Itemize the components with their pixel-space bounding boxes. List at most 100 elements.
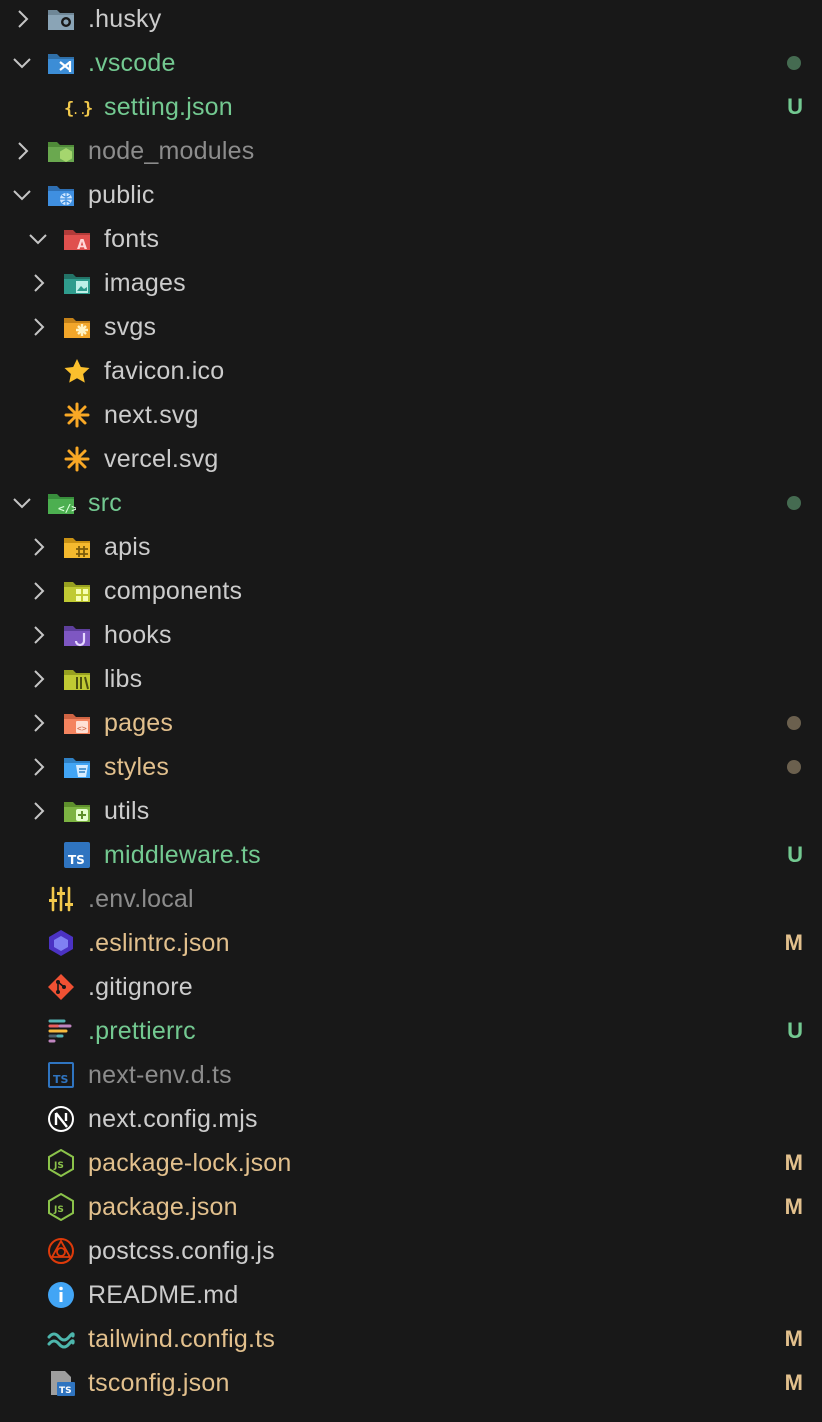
- folder-item[interactable]: svgs: [0, 305, 822, 349]
- chevron-down-icon[interactable]: [9, 50, 35, 76]
- file-item[interactable]: JS package.json M: [0, 1185, 822, 1229]
- git-status-badge: M: [784, 1370, 803, 1395]
- chevron-down-icon[interactable]: [9, 490, 35, 516]
- file-item[interactable]: tailwind.config.ts M: [0, 1317, 822, 1361]
- file-item[interactable]: .eslintrc.json M: [0, 921, 822, 965]
- chevron-right-icon[interactable]: [9, 6, 35, 32]
- svg-text:JS: JS: [53, 1161, 64, 1171]
- svg-text:TS: TS: [68, 853, 85, 867]
- chevron-right-icon[interactable]: [25, 534, 51, 560]
- file-item[interactable]: next.config.mjs: [0, 1097, 822, 1141]
- file-item[interactable]: TS middleware.ts U: [0, 833, 822, 877]
- svg-text:TS: TS: [53, 1073, 69, 1086]
- folder-item[interactable]: Afonts: [0, 217, 822, 261]
- item-label: components: [104, 577, 243, 605]
- git-status-badge: M: [784, 930, 803, 955]
- file-item[interactable]: README.md: [0, 1273, 822, 1317]
- item-label: svgs: [104, 313, 157, 341]
- item-label: vercel.svg: [104, 445, 219, 473]
- star-icon: [62, 357, 92, 385]
- file-explorer-tree: .husky .vscode {..} setting.json U node_mod…: [0, 0, 822, 1422]
- svg-text:JS: JS: [53, 1205, 64, 1215]
- src-folder-icon: </>: [46, 489, 78, 517]
- folder-item[interactable]: images: [0, 261, 822, 305]
- folder-item[interactable]: node_modules: [0, 129, 822, 173]
- file-item[interactable]: favicon.ico: [0, 349, 822, 393]
- item-label: utils: [104, 797, 150, 825]
- item-label: styles: [104, 753, 170, 781]
- chevron-right-icon[interactable]: [25, 798, 51, 824]
- item-label: tsconfig.json: [88, 1369, 230, 1397]
- chevron-right-icon[interactable]: [25, 622, 51, 648]
- svg-folder-icon: [62, 313, 92, 341]
- item-label: package-lock.json: [88, 1149, 292, 1177]
- components-folder-icon: [62, 577, 92, 605]
- item-label: .gitignore: [88, 973, 193, 1001]
- folder-item[interactable]: public: [0, 173, 822, 217]
- husky-folder-icon: [46, 5, 76, 33]
- folder-item[interactable]: hooks: [0, 613, 822, 657]
- item-label: next.config.mjs: [88, 1105, 258, 1133]
- hooks-folder-icon: [62, 621, 92, 649]
- folder-item[interactable]: libs: [0, 657, 822, 701]
- git-status-dot: [787, 496, 801, 510]
- item-label: setting.json: [104, 93, 233, 121]
- file-item[interactable]: .gitignore: [0, 965, 822, 1009]
- file-item[interactable]: next.svg: [0, 393, 822, 437]
- file-item[interactable]: postcss.config.js: [0, 1229, 822, 1273]
- git-status-dot: [787, 56, 801, 70]
- chevron-right-icon[interactable]: [25, 578, 51, 604]
- item-label: src: [88, 489, 122, 517]
- item-label: .husky: [88, 5, 162, 33]
- chevron-right-icon[interactable]: [25, 666, 51, 692]
- utils-folder-icon: [62, 797, 92, 825]
- folder-item[interactable]: .vscode: [0, 41, 822, 85]
- chevron-right-icon[interactable]: [25, 270, 51, 296]
- pages-folder-icon: <>: [62, 709, 92, 737]
- sliders-icon: [46, 885, 76, 913]
- file-item[interactable]: TS next-env.d.ts: [0, 1053, 822, 1097]
- item-label: hooks: [104, 621, 172, 649]
- item-label: package.json: [88, 1193, 238, 1221]
- git-status-badge: U: [787, 842, 803, 867]
- nextjs-icon: [46, 1105, 76, 1133]
- file-item[interactable]: .prettierrc U: [0, 1009, 822, 1053]
- chevron-right-icon[interactable]: [25, 314, 51, 340]
- git-status-dot: [787, 760, 801, 774]
- chevron-right-icon[interactable]: [9, 138, 35, 164]
- folder-item[interactable]: apis: [0, 525, 822, 569]
- item-label: postcss.config.js: [88, 1237, 275, 1265]
- chevron-right-icon[interactable]: [25, 754, 51, 780]
- file-item[interactable]: .env.local: [0, 877, 822, 921]
- chevron-down-icon[interactable]: [25, 226, 51, 252]
- item-label: node_modules: [88, 137, 255, 165]
- svg-text:TS: TS: [59, 1386, 72, 1396]
- folder-item[interactable]: <> pages: [0, 701, 822, 745]
- svg-text:</>: </>: [58, 502, 76, 515]
- folder-item[interactable]: styles: [0, 745, 822, 789]
- item-label: apis: [104, 533, 151, 561]
- chevron-down-icon[interactable]: [9, 182, 35, 208]
- git-status-badge: M: [784, 1150, 803, 1175]
- item-label: libs: [104, 665, 143, 693]
- eslint-icon: [46, 929, 76, 957]
- folder-item[interactable]: .husky: [0, 0, 822, 41]
- svg-text:}: }: [83, 99, 92, 119]
- item-label: next-env.d.ts: [88, 1061, 232, 1089]
- folder-item[interactable]: components: [0, 569, 822, 613]
- info-icon: [46, 1281, 76, 1309]
- file-item[interactable]: {..} setting.json U: [0, 85, 822, 129]
- item-label: tailwind.config.ts: [88, 1325, 276, 1353]
- file-item[interactable]: TS tsconfig.json M: [0, 1361, 822, 1405]
- asterisk-icon: [62, 445, 92, 473]
- folder-item[interactable]: utils: [0, 789, 822, 833]
- nodejs-icon: JS: [46, 1192, 76, 1222]
- chevron-right-icon[interactable]: [25, 710, 51, 736]
- file-item[interactable]: JS package-lock.json M: [0, 1141, 822, 1185]
- item-label: README.md: [88, 1281, 239, 1309]
- folder-item[interactable]: </> src: [0, 481, 822, 525]
- asterisk-icon: [62, 401, 92, 429]
- lib-folder-icon: [62, 665, 92, 693]
- postcss-icon: [46, 1237, 76, 1265]
- file-item[interactable]: vercel.svg: [0, 437, 822, 481]
